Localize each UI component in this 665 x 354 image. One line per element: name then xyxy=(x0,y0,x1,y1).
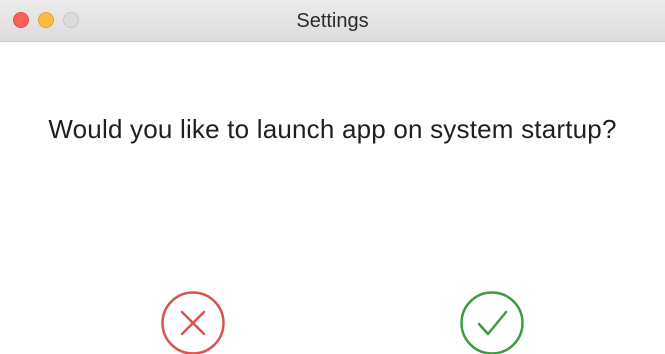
checkmark-icon-circle xyxy=(460,291,524,354)
decline-button[interactable] xyxy=(160,290,226,354)
checkmark-icon-stroke xyxy=(477,310,508,336)
accept-button[interactable] xyxy=(459,290,525,354)
startup-question: Would you like to launch app on system s… xyxy=(48,114,617,144)
x-icon xyxy=(161,291,225,354)
window-title: Settings xyxy=(296,10,369,32)
settings-window: Settings Would you like to launch app on… xyxy=(0,0,665,354)
checkmark-icon xyxy=(460,291,524,354)
title-bar[interactable]: Settings xyxy=(0,0,665,42)
